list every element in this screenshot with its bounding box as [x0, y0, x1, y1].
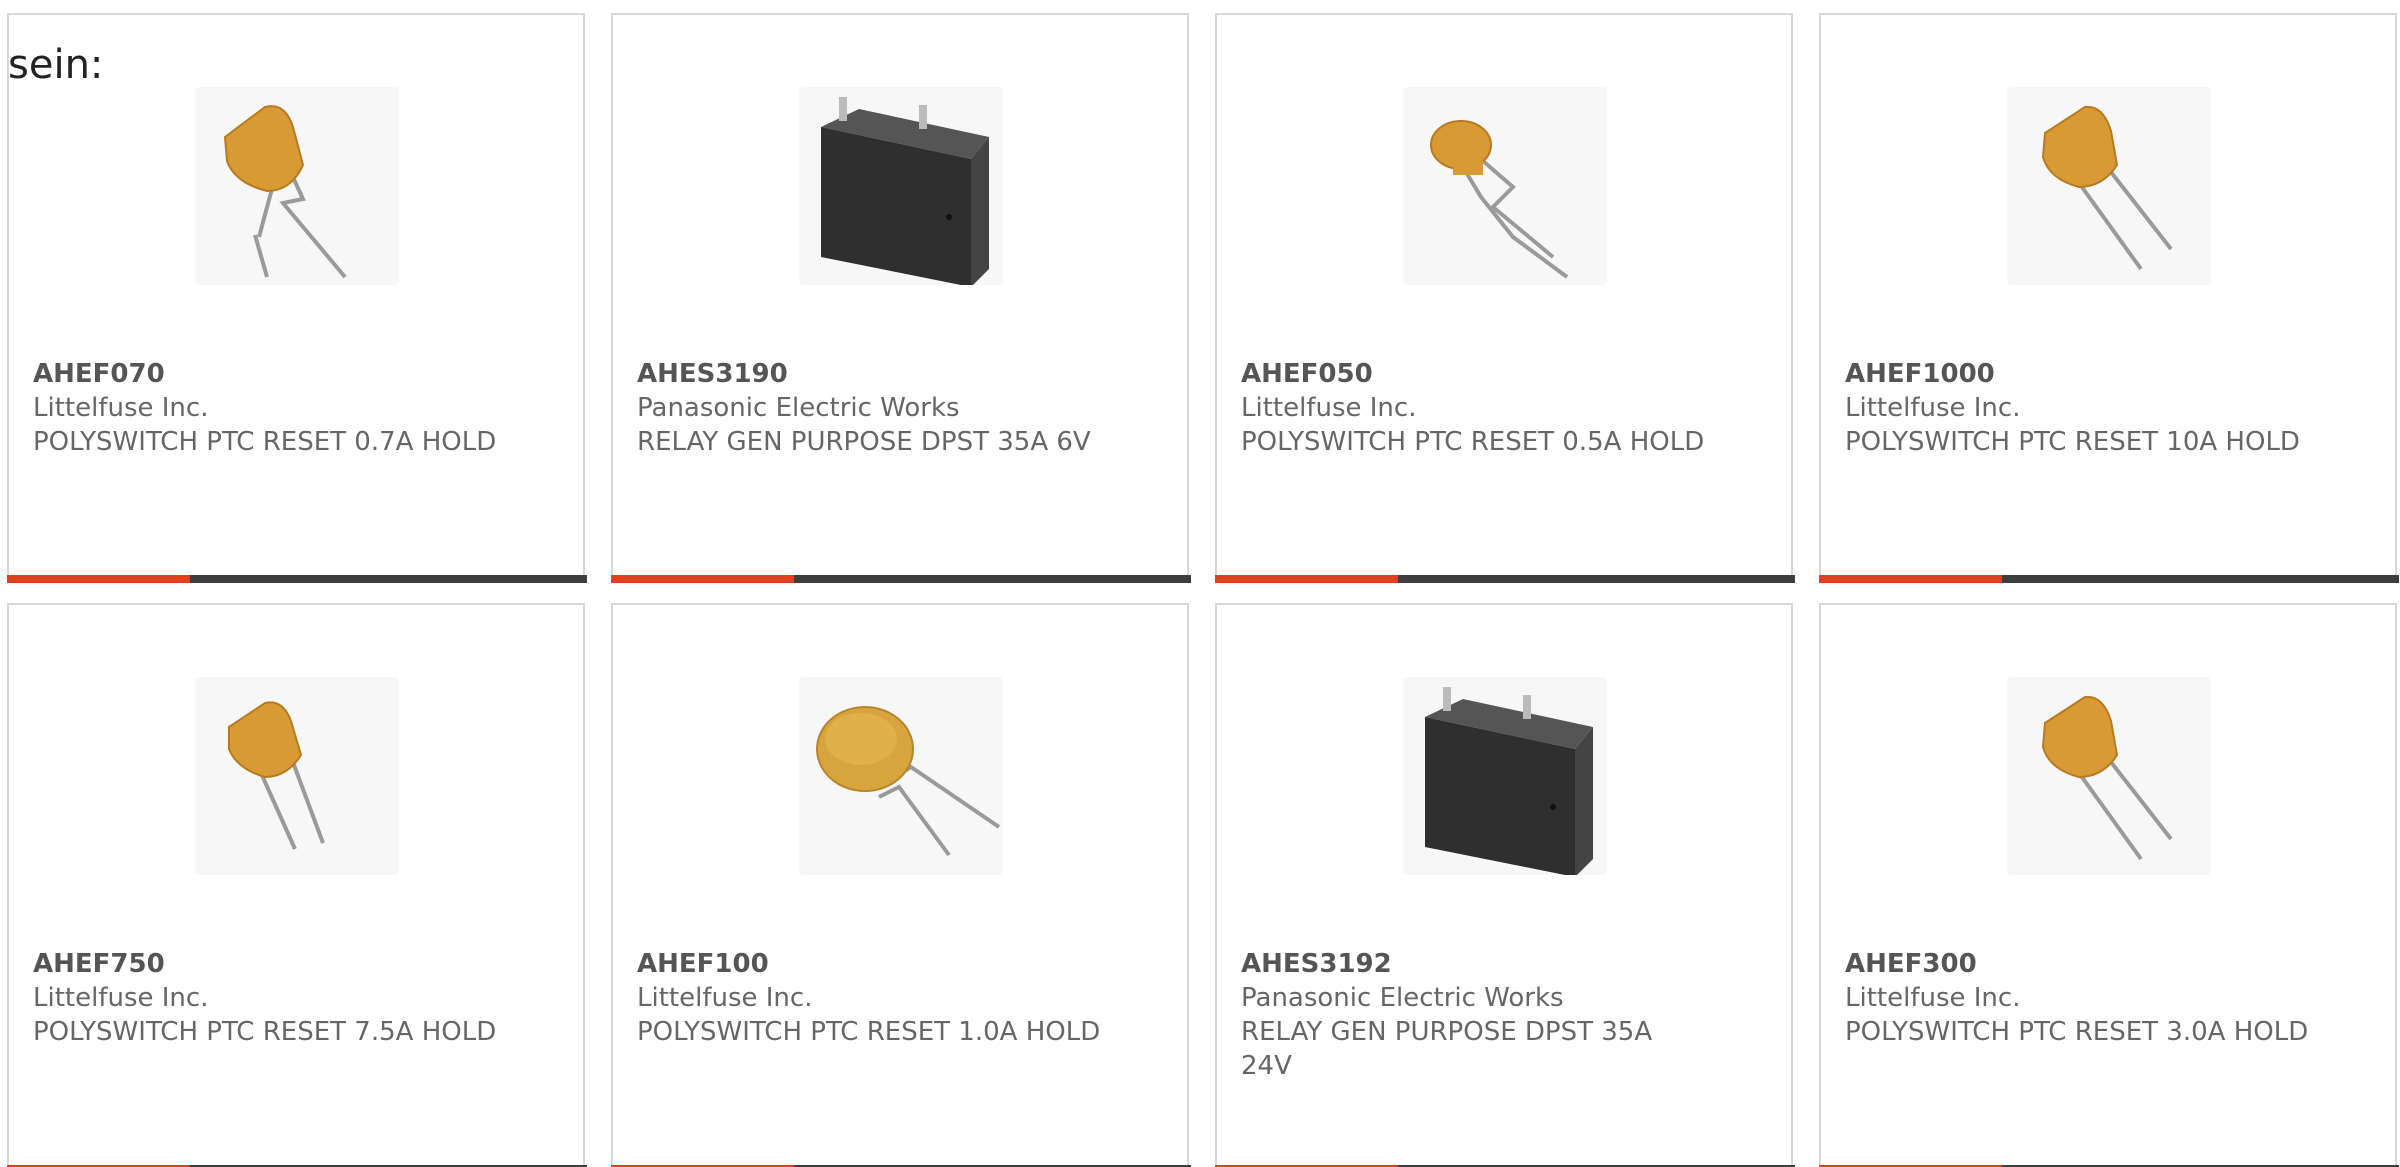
part-number: AHEF300	[1845, 949, 1977, 979]
ptc-resettable-fuse-disc-icon	[799, 677, 1003, 875]
description: POLYSWITCH PTC RESET 10A HOLD	[1845, 427, 2300, 457]
relay-icon	[799, 87, 1003, 285]
card-bottom-bar	[7, 575, 587, 583]
product-card[interactable]: AHEF050 Littelfuse Inc. POLYSWITCH PTC R…	[1215, 13, 1795, 583]
card-bottom-bar	[1819, 575, 2399, 583]
product-card[interactable]: AHEF070 Littelfuse Inc. POLYSWITCH PTC R…	[7, 13, 587, 583]
description: RELAY GEN PURPOSE DPST 35A 6V	[637, 427, 1091, 457]
description: POLYSWITCH PTC RESET 0.7A HOLD	[33, 427, 497, 457]
part-number: AHEF100	[637, 949, 769, 979]
product-info: AHES3190 Panasonic Electric Works RELAY …	[637, 357, 1107, 459]
part-number: AHEF070	[33, 359, 165, 389]
manufacturer: Littelfuse Inc.	[1845, 393, 2021, 423]
part-number: AHEF1000	[1845, 359, 1995, 389]
manufacturer: Littelfuse Inc.	[637, 983, 813, 1013]
product-info: AHES3192 Panasonic Electric Works RELAY …	[1241, 947, 1711, 1083]
ptc-resettable-fuse-icon	[1403, 87, 1607, 285]
product-card[interactable]: AHEF750 Littelfuse Inc. POLYSWITCH PTC R…	[7, 603, 587, 1167]
product-card[interactable]: AHEF100 Littelfuse Inc. POLYSWITCH PTC R…	[611, 603, 1191, 1167]
manufacturer: Panasonic Electric Works	[1241, 983, 1564, 1013]
card-accent-bar	[1215, 575, 1398, 583]
card-accent-bar	[1819, 575, 2002, 583]
product-info: AHEF300 Littelfuse Inc. POLYSWITCH PTC R…	[1845, 947, 2315, 1049]
card-bottom-bar	[611, 575, 1191, 583]
product-card[interactable]: AHES3192 Panasonic Electric Works RELAY …	[1215, 603, 1795, 1167]
description: POLYSWITCH PTC RESET 1.0A HOLD	[637, 1017, 1101, 1047]
product-card[interactable]: AHEF300 Littelfuse Inc. POLYSWITCH PTC R…	[1819, 603, 2399, 1167]
description: RELAY GEN PURPOSE DPST 35A 24V	[1241, 1017, 1653, 1081]
ptc-resettable-fuse-icon	[2007, 677, 2211, 875]
relay-icon	[1403, 677, 1607, 875]
intro-text: sein:	[8, 42, 104, 88]
product-info: AHEF050 Littelfuse Inc. POLYSWITCH PTC R…	[1241, 357, 1711, 459]
ptc-resettable-fuse-icon	[2007, 87, 2211, 285]
product-info: AHEF750 Littelfuse Inc. POLYSWITCH PTC R…	[33, 947, 503, 1049]
ptc-resettable-fuse-icon	[195, 677, 399, 875]
manufacturer: Littelfuse Inc.	[33, 983, 209, 1013]
manufacturer: Littelfuse Inc.	[1241, 393, 1417, 423]
product-grid-page: sein: AHEF070 Littelfuse Inc. POLYSWITCH…	[0, 0, 2400, 1167]
manufacturer: Panasonic Electric Works	[637, 393, 960, 423]
ptc-resettable-fuse-icon	[195, 87, 399, 285]
manufacturer: Littelfuse Inc.	[33, 393, 209, 423]
description: POLYSWITCH PTC RESET 3.0A HOLD	[1845, 1017, 2309, 1047]
product-info: AHEF070 Littelfuse Inc. POLYSWITCH PTC R…	[33, 357, 503, 459]
part-number: AHEF050	[1241, 359, 1373, 389]
product-card[interactable]: AHEF1000 Littelfuse Inc. POLYSWITCH PTC …	[1819, 13, 2399, 583]
description: POLYSWITCH PTC RESET 0.5A HOLD	[1241, 427, 1705, 457]
manufacturer: Littelfuse Inc.	[1845, 983, 2021, 1013]
part-number: AHES3190	[637, 359, 788, 389]
card-accent-bar	[611, 575, 794, 583]
product-card[interactable]: AHES3190 Panasonic Electric Works RELAY …	[611, 13, 1191, 583]
part-number: AHES3192	[1241, 949, 1392, 979]
card-accent-bar	[7, 575, 190, 583]
card-bottom-bar	[1215, 575, 1795, 583]
part-number: AHEF750	[33, 949, 165, 979]
description: POLYSWITCH PTC RESET 7.5A HOLD	[33, 1017, 497, 1047]
product-info: AHEF100 Littelfuse Inc. POLYSWITCH PTC R…	[637, 947, 1107, 1049]
product-info: AHEF1000 Littelfuse Inc. POLYSWITCH PTC …	[1845, 357, 2315, 459]
